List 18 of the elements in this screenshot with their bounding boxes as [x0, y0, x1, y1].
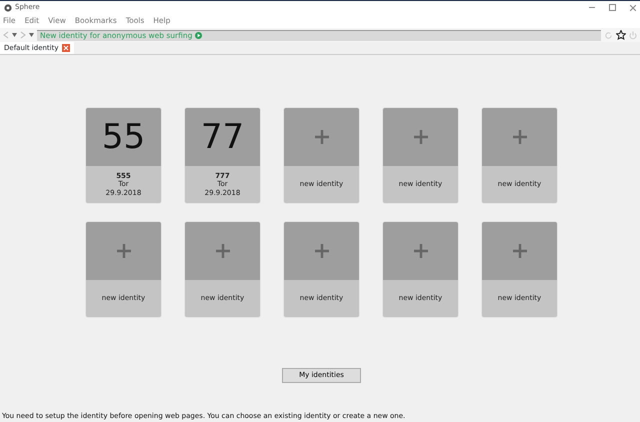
plus-icon: [414, 244, 428, 258]
plus-icon: [116, 244, 130, 258]
identity-number: 77: [200, 120, 244, 154]
caret-icon[interactable]: [12, 33, 17, 37]
plus-icon: [314, 244, 328, 258]
maximize-icon[interactable]: [609, 4, 616, 11]
play-icon: [195, 32, 202, 39]
close-tab-icon[interactable]: [62, 44, 70, 52]
plus-icon: [512, 244, 526, 258]
plus-icon: [216, 244, 230, 258]
close-icon[interactable]: [630, 4, 636, 10]
plus-icon: [414, 130, 428, 144]
app-logo-icon: [4, 4, 12, 12]
caret-icon[interactable]: [29, 33, 34, 37]
plus-icon: [314, 130, 328, 144]
identity-number: 55: [102, 120, 146, 154]
plus-icon: [512, 130, 526, 144]
star-icon[interactable]: [616, 30, 626, 40]
